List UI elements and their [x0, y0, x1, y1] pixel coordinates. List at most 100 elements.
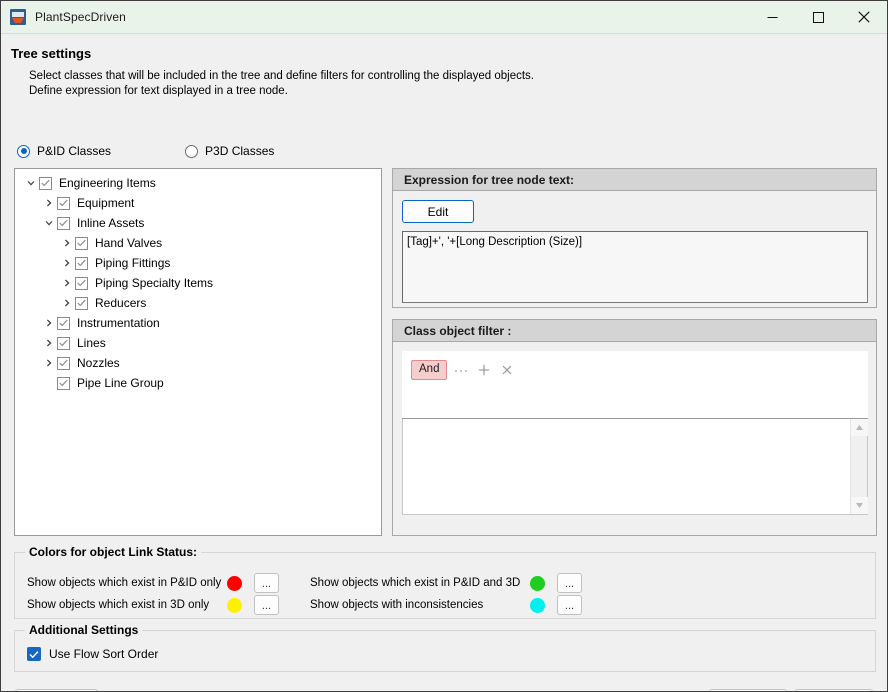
tree-node-label: Pipe Line Group: [77, 376, 164, 390]
chevron-right-icon[interactable]: [41, 353, 57, 373]
tree-node-checkbox[interactable]: [57, 216, 70, 230]
chevron-right-icon[interactable]: [59, 253, 75, 273]
filter-operator-chip[interactable]: And: [411, 360, 448, 380]
tree-node-checkbox[interactable]: [57, 316, 70, 330]
plus-icon[interactable]: [475, 360, 493, 379]
link-status-color-swatch: [530, 597, 545, 613]
tree-node-label: Instrumentation: [77, 316, 160, 330]
link-status-legend: Colors for object Link Status:: [25, 545, 202, 559]
filter-preview-area: [402, 419, 868, 515]
tree-node-checkbox[interactable]: [57, 376, 70, 390]
radio-pid-classes-label: P&ID Classes: [37, 144, 112, 158]
tree-node-row[interactable]: Piping Specialty Items: [15, 273, 381, 293]
tree-node-row[interactable]: Engineering Items: [15, 173, 381, 193]
tree-node-label: Reducers: [95, 296, 147, 310]
class-object-filter-title: Class object filter :: [393, 320, 876, 342]
expression-value-field[interactable]: [Tag]+', '+[Long Description (Size)]: [402, 231, 868, 303]
tree-node-row[interactable]: Equipment: [15, 193, 381, 213]
page-description: Select classes that will be included in …: [29, 69, 534, 99]
link-status-row: Show objects which exist in P&ID only...: [27, 573, 279, 593]
radio-unselected-icon: [185, 144, 199, 158]
color-browse-button[interactable]: ...: [557, 595, 582, 615]
radio-pid-classes[interactable]: P&ID Classes: [17, 144, 111, 158]
tree-node-row[interactable]: Pipe Line Group: [15, 373, 381, 393]
ellipsis-icon[interactable]: [452, 360, 470, 379]
tree-node-checkbox[interactable]: [39, 176, 52, 190]
class-mode-radio-group: P&ID Classes P3D Classes: [17, 144, 274, 158]
color-browse-button[interactable]: ...: [557, 573, 582, 593]
chevron-right-icon[interactable]: [41, 193, 57, 213]
filter-scrollbar[interactable]: [850, 419, 868, 514]
edit-expression-button[interactable]: Edit: [402, 200, 474, 223]
class-object-filter-group: Class object filter : And: [392, 319, 877, 536]
use-flow-sort-order-checkbox[interactable]: Use Flow Sort Order: [27, 647, 158, 661]
close-button[interactable]: [841, 1, 887, 33]
window-title: PlantSpecDriven: [35, 10, 126, 24]
window-controls: [749, 1, 887, 33]
tree-node-checkbox[interactable]: [57, 356, 70, 370]
class-tree[interactable]: Engineering Items Equipment Inline Assets H…: [14, 168, 382, 536]
tree-node-label: Piping Specialty Items: [95, 276, 214, 290]
link-status-label: Show objects with inconsistencies: [310, 599, 484, 611]
link-status-color-swatch: [227, 575, 242, 591]
use-flow-sort-order-label: Use Flow Sort Order: [49, 647, 159, 661]
title-bar: PlantSpecDriven: [1, 1, 887, 33]
link-status-row: Show objects which exist in 3D only...: [27, 595, 279, 615]
application-window: PlantSpecDriven Tree settings Select cla…: [0, 0, 888, 692]
tree-node-label: Hand Valves: [95, 236, 163, 250]
tree-node-checkbox[interactable]: [57, 196, 70, 210]
maximize-button[interactable]: [795, 1, 841, 33]
chevron-right-icon[interactable]: [59, 233, 75, 253]
radio-p3d-classes-label: P3D Classes: [205, 144, 275, 158]
tree-node-row[interactable]: Piping Fittings: [15, 253, 381, 273]
tree-node-checkbox[interactable]: [75, 256, 88, 270]
link-status-label: Show objects which exist in P&ID only: [27, 577, 222, 589]
chevron-right-icon[interactable]: [41, 313, 57, 333]
radio-selected-icon: [17, 144, 30, 158]
description-line-1: Select classes that will be included in …: [29, 70, 535, 82]
chevron-right-icon[interactable]: [59, 293, 75, 313]
tree-node-row[interactable]: Instrumentation: [15, 313, 381, 333]
color-browse-button[interactable]: ...: [254, 595, 279, 615]
expression-group-title: Expression for tree node text:: [393, 169, 876, 191]
tree-node-checkbox[interactable]: [75, 276, 88, 290]
chevron-up-icon[interactable]: [851, 419, 868, 436]
tree-node-row[interactable]: Hand Valves: [15, 233, 381, 253]
tree-node-label: Inline Assets: [77, 216, 145, 230]
link-status-row: Show objects with inconsistencies...: [310, 595, 582, 615]
link-status-color-swatch: [530, 575, 545, 591]
scrollbar-track[interactable]: [851, 436, 867, 497]
chevron-down-icon[interactable]: [41, 213, 57, 233]
radio-p3d-classes[interactable]: P3D Classes: [185, 144, 274, 158]
link-status-label: Show objects which exist in 3D only: [27, 599, 210, 611]
minimize-button[interactable]: [749, 1, 795, 33]
app-icon: [10, 9, 26, 25]
tree-node-label: Piping Fittings: [95, 256, 171, 270]
tree-node-checkbox[interactable]: [75, 296, 88, 310]
link-status-label: Show objects which exist in P&ID and 3D: [310, 577, 521, 589]
color-browse-button[interactable]: ...: [254, 573, 279, 593]
link-status-color-swatch: [227, 597, 242, 613]
tree-node-checkbox[interactable]: [57, 336, 70, 350]
close-icon[interactable]: [498, 360, 516, 379]
tree-node-row[interactable]: Nozzles: [15, 353, 381, 373]
additional-settings-legend: Additional Settings: [25, 623, 143, 637]
tree-node-label: Engineering Items: [59, 176, 156, 190]
dialog-client-area: Tree settings Select classes that will b…: [1, 33, 887, 691]
checkbox-checked-icon: [27, 647, 41, 661]
tree-node-row[interactable]: Lines: [15, 333, 381, 353]
tree-node-checkbox[interactable]: [75, 236, 88, 250]
chevron-right-icon[interactable]: [59, 273, 75, 293]
chevron-down-icon[interactable]: [851, 497, 868, 514]
tree-node-row[interactable]: Reducers: [15, 293, 381, 313]
description-line-2: Define expression for text displayed in …: [29, 85, 288, 97]
page-title: Tree settings: [11, 46, 92, 61]
chevron-right-icon[interactable]: [41, 333, 57, 353]
link-status-row: Show objects which exist in P&ID and 3D.…: [310, 573, 582, 593]
tree-node-row[interactable]: Inline Assets: [15, 213, 381, 233]
additional-settings-group: Additional Settings Use Flow Sort Order: [14, 623, 876, 672]
filter-preview-canvas[interactable]: [403, 419, 850, 514]
tree-node-label: Equipment: [77, 196, 135, 210]
chevron-down-icon[interactable]: [23, 173, 39, 193]
filter-builder-area[interactable]: And: [402, 351, 868, 419]
